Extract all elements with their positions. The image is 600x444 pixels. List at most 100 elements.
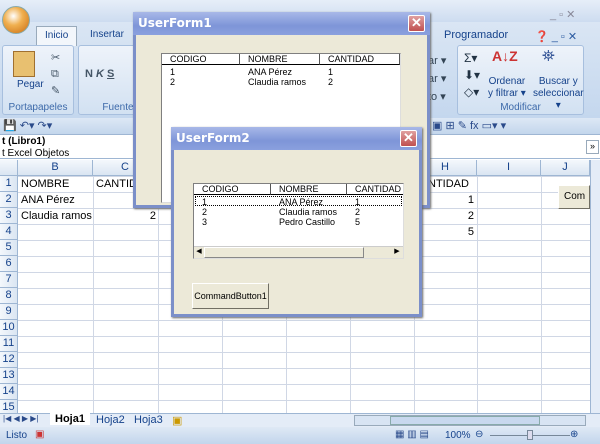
listbox-selected-row[interactable]	[195, 196, 402, 206]
column-header-j[interactable]: J	[541, 160, 590, 176]
sheet-tab-hoja3[interactable]: Hoja3	[134, 414, 163, 426]
insert-sheet-icon[interactable]: ▣	[172, 414, 182, 427]
listbox-column-header[interactable]: CANTIDAD	[347, 184, 403, 195]
listbox-cell[interactable]: Claudia ramos	[279, 207, 337, 217]
listbox-column-header[interactable]: CANTIDAD	[320, 54, 400, 65]
cell-b2[interactable]: ANA Pérez	[21, 192, 75, 208]
close-icon[interactable]: ✕	[400, 130, 417, 147]
group-fuente: N K S Fuente	[78, 45, 138, 115]
tab-programador[interactable]: Programador	[436, 26, 516, 46]
listbox-cell[interactable]: 1	[170, 67, 175, 77]
status-ready: Listo	[6, 430, 28, 441]
office-button[interactable]	[2, 6, 30, 34]
vbe-objects-label: t Excel Objetos	[2, 148, 70, 159]
scroll-thumb[interactable]	[204, 247, 364, 258]
column-header-b[interactable]: B	[18, 160, 93, 176]
view-buttons[interactable]: ▦ ▥ ▤	[395, 429, 429, 440]
macro-record-icon[interactable]: ▣	[35, 429, 44, 440]
listbox-cell[interactable]: 2	[202, 207, 207, 217]
expand-formula-bar-button[interactable]: »	[586, 140, 599, 154]
horizontal-scroll-thumb[interactable]	[390, 416, 540, 425]
row-header[interactable]: 8	[0, 288, 18, 304]
listbox-column-header[interactable]: CODIGO	[194, 184, 271, 195]
listbox-cell[interactable]: Claudia ramos	[248, 77, 306, 87]
listbox-cell[interactable]: 2	[328, 77, 333, 87]
vertical-scrollbar[interactable]	[590, 160, 600, 413]
cell-b3[interactable]: Claudia ramos	[21, 208, 92, 224]
close-icon[interactable]: ✕	[408, 15, 425, 32]
paste-icon[interactable]	[13, 51, 35, 77]
window-controls[interactable]: _ ▫ ✕	[550, 8, 575, 21]
vbe-project-label: t (Libro1)	[2, 136, 46, 147]
group-label: Fuente	[102, 102, 134, 113]
format-painter-icon[interactable]: ✎	[51, 84, 60, 97]
userform2-listbox[interactable]: ◀ ▶ CODIGO NOMBRE CANTIDAD 1 ANA Pérez 1 2 Clau…	[193, 183, 404, 259]
row-header[interactable]: 14	[0, 384, 18, 400]
scroll-right-icon[interactable]: ▶	[391, 247, 403, 258]
listbox-cell[interactable]: 1	[328, 67, 333, 77]
sort-filter-icon[interactable]: A↓Z	[492, 48, 518, 64]
sheet-nav-buttons[interactable]: |◀ ◀ ▶ ▶|	[3, 414, 38, 423]
zoom-in-button[interactable]: ⊕	[570, 429, 578, 440]
row-header[interactable]: 4	[0, 224, 18, 240]
row-header[interactable]: 7	[0, 272, 18, 288]
listbox-column-header[interactable]: NOMBRE	[240, 54, 320, 65]
save-icon[interactable]: 💾 ↶▾ ↷▾	[3, 119, 52, 132]
scroll-left-icon[interactable]: ◀	[194, 247, 204, 258]
group-label: Modificar	[500, 102, 541, 113]
cut-icon[interactable]: ✂	[51, 51, 60, 64]
listbox-cell[interactable]: 2	[355, 207, 360, 217]
listbox-cell[interactable]: 3	[202, 217, 207, 227]
sort-filter-button[interactable]: Ordenar y filtrar ▾	[488, 76, 526, 100]
group-portapapeles: Pegar ✂ ⧉ ✎ Portapapeles	[2, 45, 74, 115]
group-label: Portapapeles	[8, 102, 68, 113]
cell-b1[interactable]: NOMBRE	[21, 176, 69, 192]
row-header[interactable]: 9	[0, 304, 18, 320]
copy-icon[interactable]: ⧉	[51, 68, 59, 81]
cell-c3[interactable]: 2	[93, 208, 156, 224]
zoom-level[interactable]: 100%	[445, 430, 471, 441]
listbox-cell[interactable]: 5	[355, 217, 360, 227]
partial-cell-commands[interactable]: ar ▾ ar ▾ to ▾	[428, 52, 446, 106]
listbox-cell[interactable]: ANA Pérez	[248, 67, 292, 77]
userform2-title: UserForm2	[171, 127, 422, 150]
row-header[interactable]: 6	[0, 256, 18, 272]
listbox-hscrollbar[interactable]: ◀ ▶	[194, 246, 403, 258]
row-header[interactable]: 12	[0, 352, 18, 368]
row-header[interactable]: 2	[0, 192, 18, 208]
horizontal-scrollbar[interactable]	[354, 415, 586, 426]
paste-button[interactable]: Pegar	[17, 79, 44, 90]
bold-icon[interactable]: N K S	[85, 68, 114, 80]
sheet-tab-hoja1[interactable]: Hoja1	[50, 413, 90, 425]
tab-inicio[interactable]: Inicio	[36, 26, 78, 46]
help-icon[interactable]: ❓ _ ▫ ✕	[535, 30, 577, 43]
find-icon[interactable]: ⛯	[542, 48, 555, 66]
column-header-i[interactable]: I	[477, 160, 541, 176]
group-modificar: Σ▾ ⬇▾ ◇▾ A↓Z ⛯ Ordenar y filtrar ▾ Buscar y…	[457, 45, 584, 115]
row-header[interactable]: 13	[0, 368, 18, 384]
listbox-column-header[interactable]: CODIGO	[162, 54, 240, 65]
listbox-cell[interactable]: 2	[170, 77, 175, 87]
row-header[interactable]: 1	[0, 176, 18, 192]
row-header[interactable]: 10	[0, 320, 18, 336]
row-header[interactable]: 3	[0, 208, 18, 224]
sheet-tab-bar: |◀ ◀ ▶ ▶| Hoja1 Hoja2 Hoja3 ▣	[0, 413, 600, 427]
zoom-out-button[interactable]: ⊖	[475, 429, 483, 440]
listbox-column-header[interactable]: NOMBRE	[271, 184, 347, 195]
toolbar-icons[interactable]: ▣ ⊞ ✎ fx ▭▾ ▾	[432, 119, 506, 132]
autosum-icon[interactable]: Σ▾ ⬇▾ ◇▾	[464, 50, 480, 101]
status-bar: Listo ▣ ▦ ▥ ▤ 100% ⊖ ⊕	[0, 427, 600, 444]
cell-h1[interactable]: NTIDAD	[428, 176, 469, 192]
command-button-1[interactable]: CommandButton1	[192, 283, 269, 309]
sheet-tab-hoja2[interactable]: Hoja2	[96, 414, 125, 426]
select-all-corner[interactable]	[0, 160, 18, 176]
zoom-slider-thumb[interactable]	[527, 430, 533, 440]
sheet-command-button[interactable]: Com	[558, 185, 590, 209]
cell-h3[interactable]: 2	[414, 208, 474, 224]
userform2-window: UserForm2 ✕ ◀ ▶ CODIGO NOMBRE CANTIDAD 1 ANA…	[171, 127, 422, 317]
listbox-cell[interactable]: Pedro Castillo	[279, 217, 335, 227]
row-header[interactable]: 11	[0, 336, 18, 352]
tab-insertar[interactable]: Insertar	[82, 26, 132, 46]
row-header[interactable]: 5	[0, 240, 18, 256]
cell-h4[interactable]: 5	[414, 224, 474, 240]
